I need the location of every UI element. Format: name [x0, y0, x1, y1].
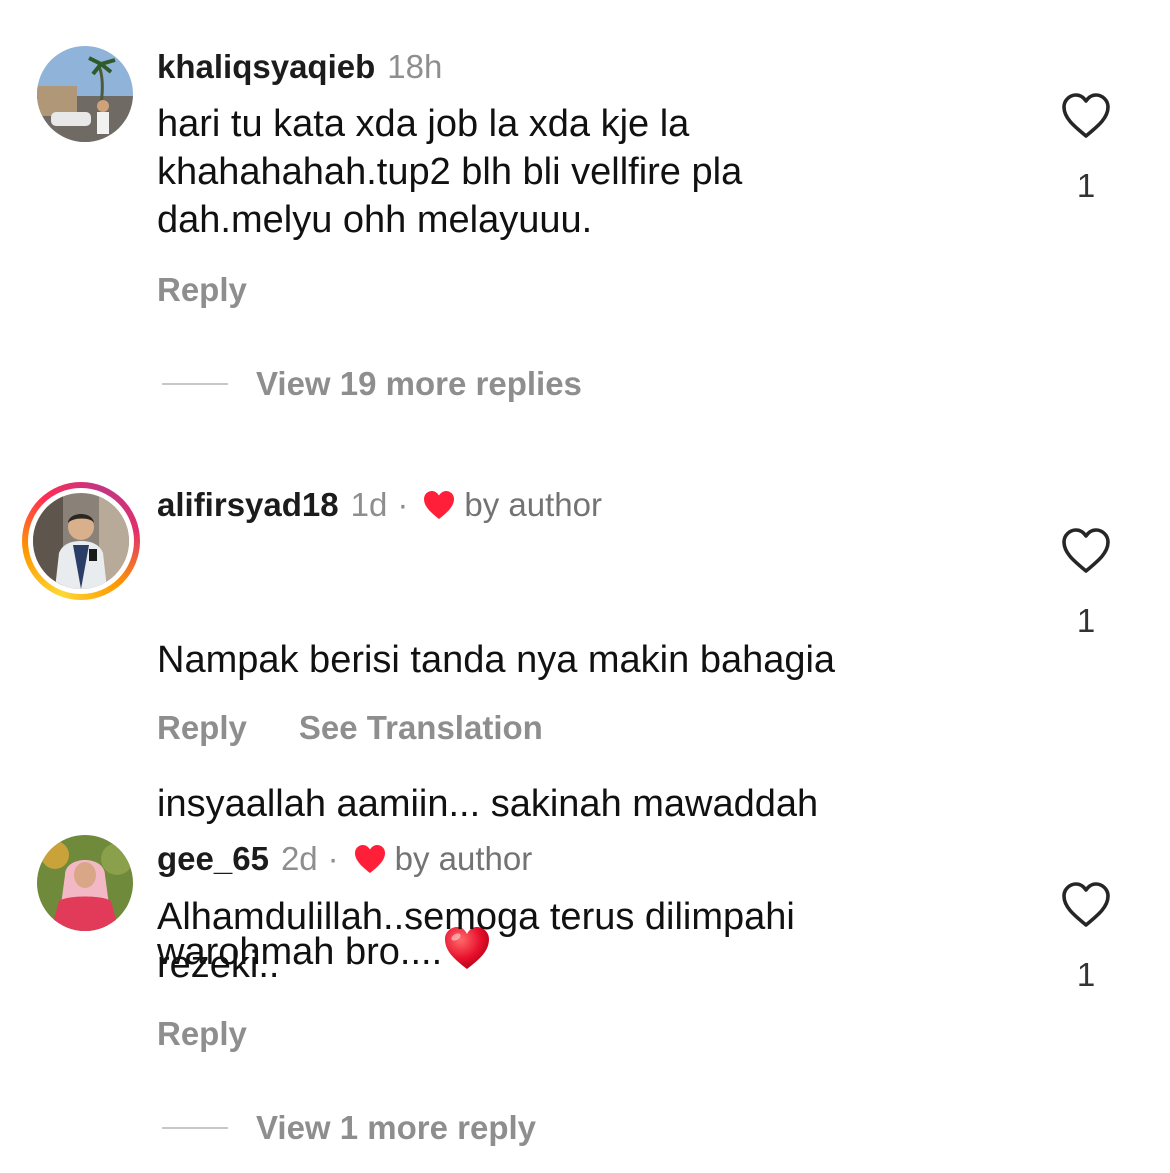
avatar-photo-icon	[37, 46, 133, 142]
view-more-replies-button[interactable]: View 19 more replies	[162, 364, 582, 404]
comment-text-line: insyaallah aamiin... sakinah mawaddah	[157, 783, 819, 825]
divider-line	[162, 383, 228, 385]
reply-button[interactable]: Reply	[157, 1014, 247, 1054]
like-control: 1	[1058, 881, 1114, 995]
heart-outline-icon[interactable]	[1060, 527, 1112, 575]
separator-dot: ·	[327, 840, 339, 877]
comment-actions: Reply	[157, 1014, 247, 1054]
comment-meta: alifirsyad18 1d · by author	[157, 485, 602, 525]
like-control: 1	[1058, 92, 1114, 206]
view-more-label: View 1 more reply	[256, 1109, 537, 1146]
like-control: 1	[1058, 527, 1114, 641]
avatar[interactable]	[37, 835, 133, 931]
liked-by-author-heart-icon	[422, 488, 456, 522]
username[interactable]: khaliqsyaqieb	[157, 47, 375, 87]
view-more-label: View 19 more replies	[256, 365, 582, 402]
heart-outline-icon[interactable]	[1060, 881, 1112, 929]
view-more-replies-button[interactable]: View 1 more reply	[162, 1108, 536, 1148]
comment-text: Nampak berisi tanda nya makin bahagia in…	[157, 540, 987, 1072]
timestamp: 1d	[350, 486, 388, 523]
story-ring-avatar[interactable]	[22, 482, 140, 600]
comment-text: hari tu kata xda job la xda kje la khaha…	[157, 103, 743, 241]
avatar[interactable]	[37, 46, 133, 142]
separator-dot: ·	[397, 486, 409, 523]
comment-text-line: Nampak berisi tanda nya makin bahagia	[157, 639, 836, 681]
comment-actions: Reply	[157, 270, 247, 310]
username[interactable]: gee_65	[157, 839, 269, 879]
like-count: 1	[1076, 167, 1096, 204]
by-author-label: by author	[464, 486, 602, 523]
like-count: 1	[1076, 956, 1096, 993]
divider-line	[162, 1127, 228, 1129]
like-count: 1	[1076, 602, 1096, 639]
avatar-photo-icon	[33, 493, 129, 589]
by-author-label: by author	[394, 840, 533, 877]
comment-meta: khaliqsyaqieb 18h	[157, 47, 442, 87]
reply-button[interactable]: Reply	[157, 708, 247, 748]
timestamp: 18h	[387, 48, 443, 85]
comment-text: Alhamdulillah..semoga terus dilimpahi re…	[157, 896, 795, 986]
see-translation-button[interactable]: See Translation	[299, 708, 543, 748]
avatar-photo-icon	[37, 835, 133, 931]
timestamp: 2d	[280, 840, 318, 877]
comments-list: khaliqsyaqieb 18h hari tu kata xda job l…	[0, 0, 1170, 1173]
liked-by-author-heart-icon	[353, 842, 387, 876]
comment-meta: gee_65 2d · by author	[157, 839, 532, 879]
username[interactable]: alifirsyad18	[157, 485, 339, 525]
comment-actions: Reply See Translation	[157, 708, 543, 748]
reply-button[interactable]: Reply	[157, 270, 247, 310]
heart-outline-icon[interactable]	[1060, 92, 1112, 140]
